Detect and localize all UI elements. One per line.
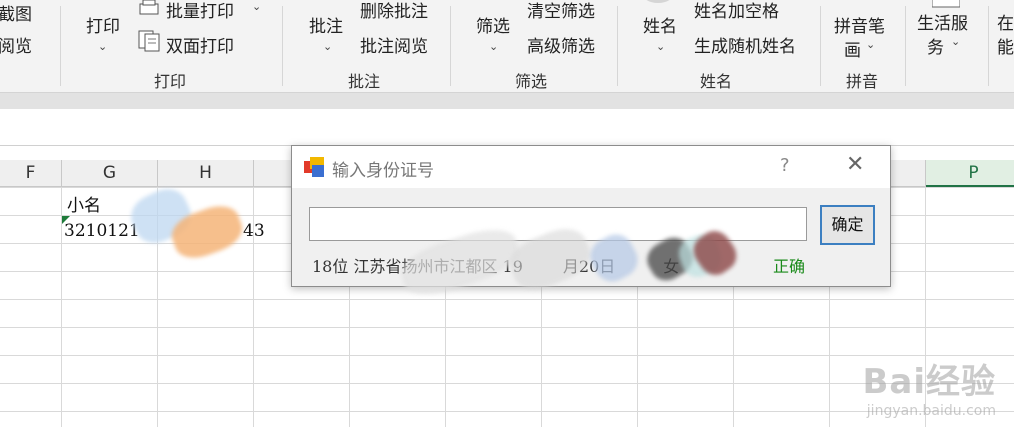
group-label-name: 姓名 — [699, 72, 732, 91]
screenshot-button[interactable]: 截图 — [0, 0, 32, 25]
column-header-f[interactable]: F — [0, 160, 62, 187]
column-header-p[interactable]: P — [926, 160, 1014, 187]
chevron-down-icon[interactable]: ⌄ — [98, 40, 107, 53]
chevron-down-icon[interactable]: ⌄ — [866, 38, 875, 51]
column-header-h[interactable]: H — [158, 160, 254, 187]
comment-button[interactable]: 批注 — [309, 12, 343, 37]
duplex-print-icon — [138, 30, 162, 52]
ribbon-separator — [60, 6, 61, 86]
life-service-button-line2[interactable]: 务 — [927, 33, 944, 58]
ribbon-bottom-bar — [0, 92, 1014, 110]
dialog-title-bar[interactable]: 输入身份证号 ? ✕ — [292, 146, 890, 188]
ribbon-separator — [820, 6, 821, 86]
name-icon — [640, 0, 676, 4]
batch-print-icon — [138, 0, 160, 16]
duplex-print-button[interactable]: 双面打印 — [166, 32, 234, 57]
app-icon — [304, 157, 326, 177]
view-button[interactable]: 阅览 — [0, 32, 32, 57]
partial-button[interactable]: 在 — [997, 9, 1014, 34]
ribbon-separator — [617, 6, 618, 86]
clear-filter-button[interactable]: 清空筛选 — [527, 0, 595, 22]
life-service-button[interactable]: 生活服 — [917, 9, 968, 34]
life-service-icon — [931, 0, 961, 8]
id-input-dialog: 输入身份证号 ? ✕ 确定 18位 江苏省扬州市江都区 19月20日女 正确 — [291, 145, 891, 287]
ribbon-separator — [450, 6, 451, 86]
partial-button-line2[interactable]: 能 — [997, 33, 1014, 58]
generate-random-name-button[interactable]: 生成随机姓名 — [694, 32, 796, 57]
group-label-pinyin: 拼音 — [845, 72, 878, 91]
pinyin-strokes-button-line2[interactable]: 画 — [844, 36, 861, 61]
group-label-comment: 批注 — [347, 72, 380, 91]
print-button[interactable]: 打印 — [86, 12, 120, 37]
name-add-space-button[interactable]: 姓名加空格 — [694, 0, 779, 22]
advanced-filter-button[interactable]: 高级筛选 — [527, 32, 595, 57]
watermark-url: jingyan.baidu.com — [866, 403, 996, 419]
ribbon: 截图 阅览 打印 ⌄ 批量打印 ⌄ 双面打印 打印 批注 ⌄ 删除批注 批注阅览… — [0, 0, 1014, 92]
dialog-title: 输入身份证号 — [332, 161, 434, 181]
formula-area — [0, 109, 1014, 146]
filter-button[interactable]: 筛选 — [476, 12, 510, 37]
close-icon[interactable]: ✕ — [846, 152, 864, 177]
watermark-logo: Bai经验 — [862, 362, 996, 402]
comment-view-button[interactable]: 批注阅览 — [360, 32, 428, 57]
ribbon-separator — [988, 6, 989, 86]
cell-g1[interactable]: 小名 — [67, 191, 101, 216]
batch-print-button[interactable]: 批量打印 — [166, 0, 234, 22]
group-label-print: 打印 — [153, 72, 186, 91]
chevron-down-icon[interactable]: ⌄ — [951, 35, 960, 48]
chevron-down-icon[interactable]: ⌄ — [656, 40, 665, 53]
cell-h2-tail[interactable]: 43 — [243, 221, 265, 241]
chevron-down-icon[interactable]: ⌄ — [489, 40, 498, 53]
chevron-down-icon[interactable]: ⌄ — [252, 0, 261, 13]
name-button[interactable]: 姓名 — [643, 12, 677, 37]
validation-status: 正确 — [773, 257, 806, 276]
column-header-g[interactable]: G — [62, 160, 158, 187]
chevron-down-icon[interactable]: ⌄ — [323, 40, 332, 53]
watermark: Bai经验 jingyan.baidu.com — [862, 354, 996, 419]
ribbon-separator — [282, 6, 283, 86]
pinyin-strokes-button[interactable]: 拼音笔 — [834, 12, 885, 37]
ok-button[interactable]: 确定 — [820, 205, 875, 245]
group-label-filter: 筛选 — [514, 72, 547, 91]
ribbon-separator — [905, 6, 906, 86]
cell-g2[interactable]: 3210121 — [64, 221, 140, 241]
delete-comment-button[interactable]: 删除批注 — [360, 0, 428, 22]
help-icon[interactable]: ? — [780, 155, 790, 176]
